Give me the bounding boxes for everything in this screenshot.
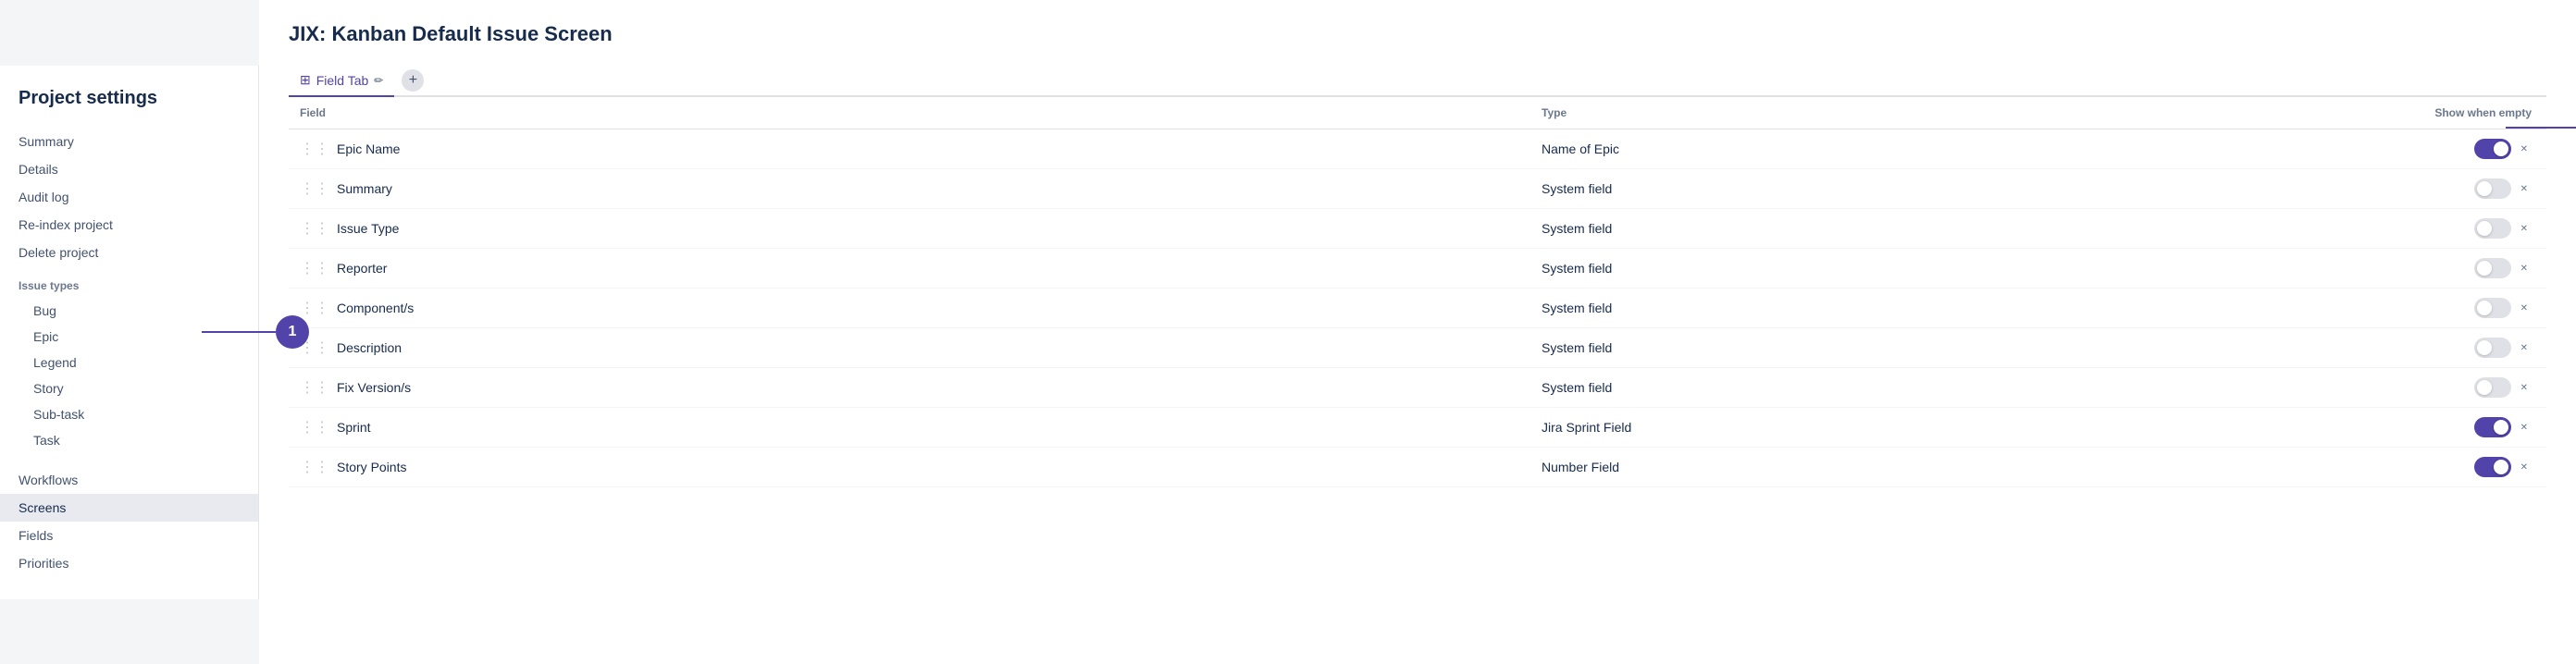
fields-table: Field Type Show when empty ⋮⋮ Epic Name … <box>289 97 2546 487</box>
field-type: System field <box>1530 249 2208 289</box>
toggle-x-icon: ✕ <box>2520 462 2528 473</box>
field-name: Epic Name <box>337 141 400 156</box>
drag-handle[interactable]: ⋮⋮ <box>300 418 329 437</box>
bottom-nav: Workflows Screens Fields Priorities <box>0 466 258 577</box>
issue-types-label: Issue types <box>0 266 258 298</box>
tab-label: Field Tab <box>316 73 369 88</box>
field-name: Component/s <box>337 301 414 315</box>
toggle-x-icon: ✕ <box>2520 224 2528 234</box>
show-when-empty-toggle[interactable] <box>2474 417 2511 437</box>
column-header-type: Type <box>1530 97 2208 129</box>
table-row: ⋮⋮ Story Points Number Field ✕ <box>289 448 2546 487</box>
field-type: System field <box>1530 368 2208 408</box>
toggle-x-icon: ✕ <box>2520 264 2528 274</box>
page-title: JIX: Kanban Default Issue Screen <box>289 22 2546 46</box>
tabs-bar: ⊞ Field Tab ✏ + <box>289 65 2546 97</box>
toggle-x-icon: ✕ <box>2520 423 2528 433</box>
show-when-empty-toggle[interactable] <box>2474 298 2511 318</box>
sidebar-item-legend[interactable]: Legend <box>0 350 258 375</box>
table-row: ⋮⋮ Summary System field ✕ <box>289 169 2546 209</box>
table-row: ⋮⋮ Issue Type System field ✕ <box>289 209 2546 249</box>
sidebar-item-priorities[interactable]: Priorities <box>0 549 258 577</box>
sidebar-item-details[interactable]: Details <box>0 155 258 183</box>
show-when-empty-toggle[interactable] <box>2474 178 2511 199</box>
sidebar-item-screens[interactable]: Screens <box>0 494 258 522</box>
table-row: ⋮⋮ Component/s System field ✕ <box>289 289 2546 328</box>
tab-edit-icon[interactable]: ✏ <box>374 74 383 87</box>
drag-handle[interactable]: ⋮⋮ <box>300 140 329 158</box>
column-header-field: Field <box>289 97 1530 129</box>
table-row: ⋮⋮ Fix Version/s System field ✕ <box>289 368 2546 408</box>
sidebar-item-story[interactable]: Story <box>0 375 258 401</box>
drag-handle[interactable]: ⋮⋮ <box>300 458 329 476</box>
field-type: System field <box>1530 328 2208 368</box>
show-when-empty-toggle[interactable] <box>2474 218 2511 239</box>
tab-grid-icon: ⊞ <box>300 72 311 88</box>
toggle-x-icon: ✕ <box>2520 303 2528 314</box>
sidebar-item-summary[interactable]: Summary <box>0 128 258 155</box>
field-name: Summary <box>337 181 392 196</box>
field-type: System field <box>1530 169 2208 209</box>
sidebar-item-workflows[interactable]: Workflows <box>0 466 258 494</box>
show-when-empty-toggle[interactable] <box>2474 457 2511 477</box>
field-type: Number Field <box>1530 448 2208 487</box>
toggle-x-icon: ✕ <box>2520 383 2528 393</box>
show-when-empty-toggle[interactable] <box>2474 258 2511 278</box>
drag-handle[interactable]: ⋮⋮ <box>300 179 329 198</box>
sidebar-item-task[interactable]: Task <box>0 427 258 453</box>
show-when-empty-toggle[interactable] <box>2474 377 2511 398</box>
show-when-empty-toggle[interactable] <box>2474 338 2511 358</box>
toggle-x-icon: ✕ <box>2520 144 2528 154</box>
tab-field-tab[interactable]: ⊞ Field Tab ✏ <box>289 65 394 97</box>
field-name: Sprint <box>337 420 371 435</box>
main-content: JIX: Kanban Default Issue Screen ⊞ Field… <box>259 0 2576 664</box>
drag-handle[interactable]: ⋮⋮ <box>300 378 329 397</box>
field-name: Reporter <box>337 261 387 276</box>
field-type: Name of Epic <box>1530 129 2208 169</box>
sidebar-item-delete[interactable]: Delete project <box>0 239 258 266</box>
scroll-indicator-1: 1 <box>276 315 309 349</box>
sidebar-title: Project settings <box>0 88 258 128</box>
field-name: Fix Version/s <box>337 380 411 395</box>
drag-handle[interactable]: ⋮⋮ <box>300 299 329 317</box>
toggle-x-icon: ✕ <box>2520 184 2528 194</box>
field-type: System field <box>1530 209 2208 249</box>
toggle-x-icon: ✕ <box>2520 343 2528 353</box>
field-name: Story Points <box>337 460 406 474</box>
column-header-show-when-empty: Show when empty <box>2208 97 2546 129</box>
table-row: ⋮⋮ Sprint Jira Sprint Field ✕ <box>289 408 2546 448</box>
drag-handle[interactable]: ⋮⋮ <box>300 219 329 238</box>
field-name: Description <box>337 340 402 355</box>
sidebar-item-reindex[interactable]: Re-index project <box>0 211 258 239</box>
sidebar-nav: Summary Details Audit log Re-index proje… <box>0 128 258 266</box>
field-type: System field <box>1530 289 2208 328</box>
field-name: Issue Type <box>337 221 399 236</box>
add-tab-button[interactable]: + <box>402 69 424 92</box>
field-type: Jira Sprint Field <box>1530 408 2208 448</box>
table-row: ⋮⋮ Description System field ✕ <box>289 328 2546 368</box>
table-row: ⋮⋮ Epic Name Name of Epic ✕ <box>289 129 2546 169</box>
drag-handle[interactable]: ⋮⋮ <box>300 259 329 277</box>
table-row: ⋮⋮ Reporter System field ✕ <box>289 249 2546 289</box>
sidebar-item-fields[interactable]: Fields <box>0 522 258 549</box>
sidebar-item-subtask[interactable]: Sub-task <box>0 401 258 427</box>
sidebar-item-audit-log[interactable]: Audit log <box>0 183 258 211</box>
